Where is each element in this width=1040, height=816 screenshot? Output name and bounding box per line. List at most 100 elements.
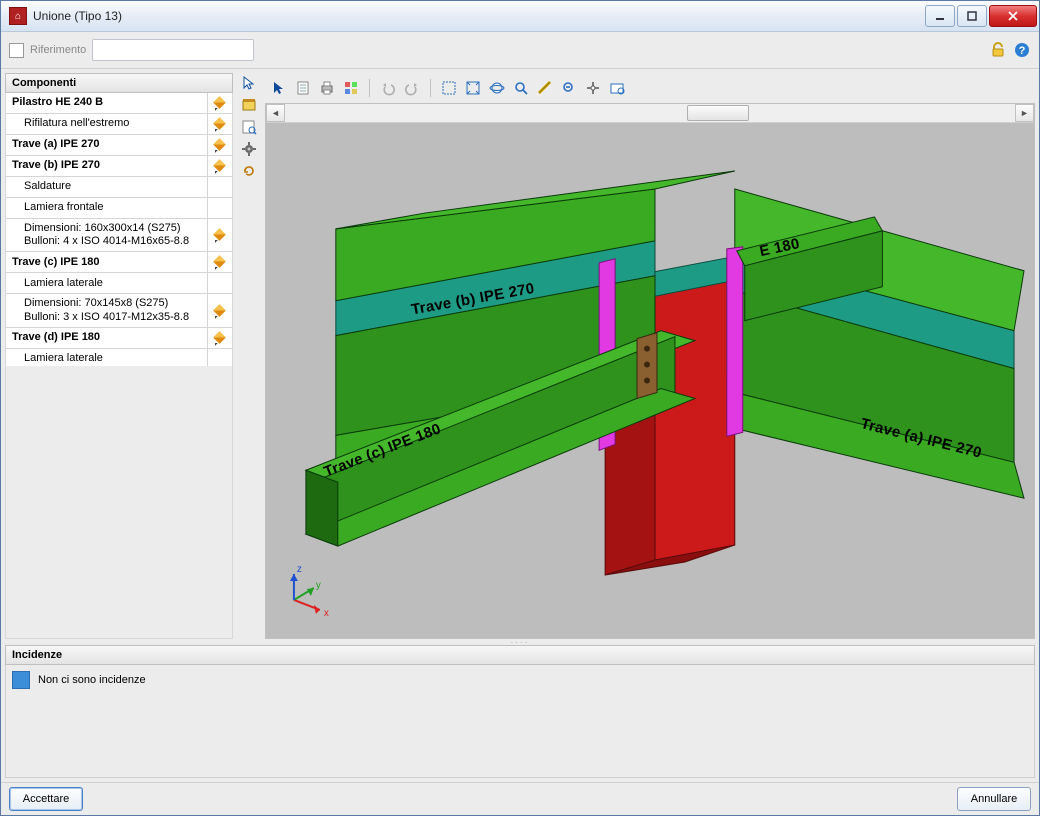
tree-row[interactable]: Dimensioni: 70x145x8 (S275) Bulloni: 3 x… xyxy=(6,294,232,327)
tool-zoom-prev-icon[interactable] xyxy=(559,78,579,98)
lock-icon[interactable] xyxy=(989,41,1007,59)
end-plate-right xyxy=(727,247,743,437)
tree-row[interactable]: Trave (a) IPE 270 xyxy=(6,135,232,156)
edit-button[interactable] xyxy=(208,114,232,134)
app-window: ⌂ Unione (Tipo 13) Riferimento ? Compone… xyxy=(0,0,1040,816)
tool-redo-icon[interactable] xyxy=(402,78,422,98)
tool-print-icon[interactable] xyxy=(317,78,337,98)
tool-config-icon[interactable] xyxy=(341,78,361,98)
edit-button[interactable] xyxy=(208,273,232,293)
tool-window-zoom-icon[interactable] xyxy=(439,78,459,98)
tree-cell: Lamiera laterale xyxy=(6,273,208,293)
scroll-right-icon[interactable]: ► xyxy=(1015,104,1034,122)
components-header: Componenti xyxy=(5,73,233,93)
vtool-refresh-icon[interactable] xyxy=(239,161,259,181)
tree-cell: Trave (d) IPE 180 xyxy=(6,328,208,348)
tree-row[interactable]: Lamiera laterale xyxy=(6,349,232,366)
app-icon: ⌂ xyxy=(9,7,27,25)
vtool-detail-icon[interactable] xyxy=(239,117,259,137)
edit-button[interactable] xyxy=(208,156,232,176)
pencil-icon xyxy=(213,255,227,269)
vtool-gear-icon[interactable] xyxy=(239,139,259,159)
components-tree[interactable]: Pilastro HE 240 BRifilatura nell'estremo… xyxy=(5,93,233,366)
axis-triad: x y z xyxy=(290,564,329,619)
tool-sheet-icon[interactable] xyxy=(293,78,313,98)
svg-text:z: z xyxy=(297,564,302,575)
viewport-h-scrollbar[interactable]: ◄ ► xyxy=(266,104,1034,123)
tree-cell: Trave (b) IPE 270 xyxy=(6,156,208,176)
vertical-toolbar xyxy=(237,73,261,639)
reference-checkbox[interactable] xyxy=(9,43,24,58)
viewport[interactable]: ◄ ► xyxy=(265,103,1035,639)
dialog-button-bar: Accettare Annullare xyxy=(1,782,1039,815)
svg-text:x: x xyxy=(324,608,329,619)
cancel-button[interactable]: Annullare xyxy=(957,787,1031,811)
edit-button[interactable] xyxy=(208,93,232,113)
bolt xyxy=(644,378,650,384)
tool-pointer-icon[interactable] xyxy=(269,78,289,98)
vtool-box-icon[interactable] xyxy=(239,95,259,115)
tree-cell: Saldature xyxy=(6,177,208,197)
edit-button[interactable] xyxy=(208,294,232,326)
tree-row[interactable]: Lamiera laterale xyxy=(6,273,232,294)
tree-cell: Trave (c) IPE 180 xyxy=(6,252,208,272)
accept-button[interactable]: Accettare xyxy=(9,787,83,811)
help-icon[interactable]: ? xyxy=(1013,41,1031,59)
tree-row[interactable]: Trave (b) IPE 270 xyxy=(6,156,232,177)
tree-row[interactable]: Trave (c) IPE 180 xyxy=(6,252,232,273)
tool-undo-icon[interactable] xyxy=(378,78,398,98)
pencil-icon xyxy=(213,228,227,242)
edit-button[interactable] xyxy=(208,328,232,348)
tree-cell: Rifilatura nell'estremo xyxy=(6,114,208,134)
edit-button[interactable] xyxy=(208,198,232,218)
edit-button[interactable] xyxy=(208,252,232,272)
svg-text:?: ? xyxy=(1019,45,1026,57)
incidence-text: Non ci sono incidenze xyxy=(38,674,146,686)
tree-row[interactable]: Pilastro HE 240 B xyxy=(6,93,232,114)
edit-button[interactable] xyxy=(208,177,232,197)
titlebar: ⌂ Unione (Tipo 13) xyxy=(1,1,1039,32)
incidences-panel: Incidenze Non ci sono incidenze xyxy=(1,645,1039,782)
tree-cell: Trave (a) IPE 270 xyxy=(6,135,208,155)
pencil-icon xyxy=(213,331,227,345)
vtool-cursor-icon[interactable] xyxy=(239,73,259,93)
reference-input[interactable] xyxy=(92,39,254,61)
window-title: Unione (Tipo 13) xyxy=(33,9,925,23)
tree-row[interactable]: Saldature xyxy=(6,177,232,198)
incidences-body: Non ci sono incidenze xyxy=(5,665,1035,778)
svg-text:y: y xyxy=(316,580,321,591)
scroll-left-icon[interactable]: ◄ xyxy=(266,104,285,122)
tree-cell: Dimensioni: 160x300x14 (S275) Bulloni: 4… xyxy=(6,219,208,251)
tool-print-view-icon[interactable] xyxy=(607,78,627,98)
incidences-header: Incidenze xyxy=(5,645,1035,665)
tool-measure-icon[interactable] xyxy=(535,78,555,98)
tree-row[interactable]: Rifilatura nell'estremo xyxy=(6,114,232,135)
close-button[interactable] xyxy=(989,5,1037,27)
tool-orbit-icon[interactable] xyxy=(487,78,507,98)
tree-cell: Lamiera frontale xyxy=(6,198,208,218)
edit-button[interactable] xyxy=(208,219,232,251)
minimize-button[interactable] xyxy=(925,5,955,27)
maximize-button[interactable] xyxy=(957,5,987,27)
reference-label: Riferimento xyxy=(30,44,86,56)
tool-fit-icon[interactable] xyxy=(463,78,483,98)
tree-row[interactable]: Trave (d) IPE 180 xyxy=(6,328,232,349)
pencil-icon xyxy=(213,138,227,152)
viewport-canvas[interactable]: Trave (b) IPE 270 Trave (a) IPE 270 xyxy=(266,123,1034,638)
reference-strip: Riferimento ? xyxy=(1,32,1039,69)
incidence-row: Non ci sono incidenze xyxy=(12,671,1028,689)
components-panel: Componenti Pilastro HE 240 BRifilatura n… xyxy=(5,73,233,639)
viewport-toolbar xyxy=(265,73,1035,103)
tree-row[interactable]: Dimensioni: 160x300x14 (S275) Bulloni: 4… xyxy=(6,219,232,252)
tool-zoom-icon[interactable] xyxy=(511,78,531,98)
tree-cell: Pilastro HE 240 B xyxy=(6,93,208,113)
bolt xyxy=(644,346,650,352)
scroll-thumb[interactable] xyxy=(687,105,749,121)
edit-button[interactable] xyxy=(208,349,232,366)
edit-button[interactable] xyxy=(208,135,232,155)
scroll-track[interactable] xyxy=(285,105,1015,121)
pencil-icon xyxy=(213,304,227,318)
pencil-icon xyxy=(213,159,227,173)
tool-pan-icon[interactable] xyxy=(583,78,603,98)
tree-row[interactable]: Lamiera frontale xyxy=(6,198,232,219)
